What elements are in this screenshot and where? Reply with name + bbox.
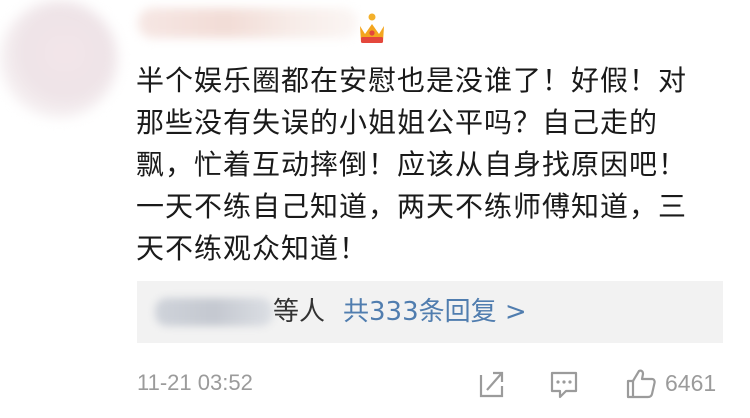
crown-icon bbox=[360, 13, 384, 43]
comment-line: 半个娱乐圈都在安慰也是没谁了！好假！对 bbox=[136, 64, 688, 97]
comment-line: 那些没有失误的小姐姐公平吗？自己走的 bbox=[136, 106, 659, 139]
comment-line: 飘，忙着互动摔倒！应该从自身找原因吧！ bbox=[136, 148, 688, 181]
timestamp: 11-21 03:52 bbox=[137, 370, 253, 395]
comment-icon[interactable] bbox=[548, 366, 580, 400]
comment-line: 一天不练自己知道，两天不练师傅知道，三 bbox=[136, 190, 688, 223]
reply-suffix: 等人 bbox=[273, 297, 326, 327]
replies-preview[interactable]: 等人 共333条回复 > bbox=[137, 281, 723, 343]
username[interactable] bbox=[138, 8, 358, 38]
thumbs-up-icon[interactable] bbox=[625, 366, 657, 400]
comment-card: 半个娱乐圈都在安慰也是没谁了！好假！对 那些没有失误的小姐姐公平吗？自己走的 飘… bbox=[0, 0, 750, 418]
view-replies-link[interactable]: 共333条回复 > bbox=[343, 295, 527, 329]
comment-line: 天不练观众知道！ bbox=[136, 232, 369, 265]
avatar[interactable] bbox=[0, 0, 118, 118]
comment-text: 半个娱乐圈都在安慰也是没谁了！好假！对 那些没有失误的小姐姐公平吗？自己走的 飘… bbox=[136, 60, 736, 270]
reply-user-names bbox=[155, 298, 273, 326]
like-count: 6461 bbox=[665, 370, 717, 396]
like-button[interactable]: 6461 bbox=[625, 366, 735, 400]
share-icon[interactable] bbox=[476, 366, 506, 400]
